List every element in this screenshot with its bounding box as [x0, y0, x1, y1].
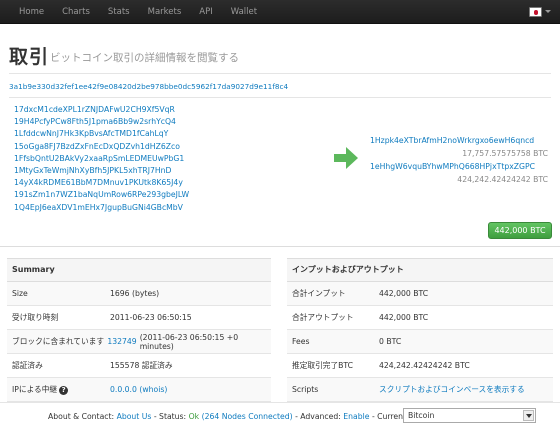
table-row: IPによる中継? 0.0.0.0 (whois): [7, 378, 271, 402]
input-address-link[interactable]: 14yX4kRDME61BbM7DMnuv1PKUtk8K65J4y: [14, 177, 189, 189]
footer-prefix: About & Contact:: [48, 412, 115, 421]
input-address-link[interactable]: 1MtyGxTeWmjNhXyBfh5JPKL5xhTRJ7HnD: [14, 165, 189, 177]
row-value: 2011-06-23 06:50:15: [110, 313, 192, 322]
total-amount-button[interactable]: 442,000 BTC: [488, 222, 552, 239]
output-row: 1Hzpk4eXTbrAfmH2noWrkrgxo6ewH6qncd 17,75…: [370, 136, 550, 158]
table-row: 認証済み 155578 認証済み: [7, 354, 271, 378]
table-row: 合計インプット 442,000 BTC: [287, 282, 553, 306]
output-address-link[interactable]: 1eHhgW6vquBYhwMPhQ668HPjxTtpxZGPC: [370, 162, 535, 171]
currency-value: Bitcoin: [408, 411, 435, 420]
table-row: 合計アウトプット 442,000 BTC: [287, 306, 553, 330]
show-scripts-link[interactable]: スクリプトおよびコインベースを表示する: [379, 384, 525, 395]
chevron-down-icon[interactable]: [545, 10, 551, 13]
page-subtitle: ビットコイン取引の詳細情報を閲覧する: [50, 52, 239, 64]
summary-header: Summary: [7, 258, 271, 282]
status-label: - Status:: [153, 412, 187, 421]
table-row: ブロックに含まれています 132749 (2011-06-23 06:50:15…: [7, 330, 271, 354]
row-label: 認証済み: [12, 361, 43, 370]
input-address-link[interactable]: 1LfddcwNnJ7Hk3KpBvsAfcTMD1fCahLqY: [14, 128, 189, 140]
input-address-link[interactable]: 1FfsbQntU2BAkVy2xaaRpSmLEDMEUwPbG1: [14, 153, 189, 165]
nav-home[interactable]: Home: [10, 0, 53, 24]
chevron-down-icon[interactable]: [523, 410, 534, 421]
nav-charts[interactable]: Charts: [53, 0, 99, 24]
block-link[interactable]: 132749: [107, 337, 136, 346]
input-address-link[interactable]: 191sZm1n7WZ1baNqUmRow6RPe293gbeJLW: [14, 189, 189, 201]
output-amount: 17,757.57575758 BTC: [462, 149, 548, 158]
divider: [9, 73, 551, 74]
row-label: 合計インプット: [292, 289, 346, 298]
table-row: 推定取引完了BTC 424,242.42424242 BTC: [287, 354, 553, 378]
nav-markets[interactable]: Markets: [139, 0, 191, 24]
output-row: 1eHhgW6vquBYhwMPhQ668HPjxTtpxZGPC 424,24…: [370, 162, 550, 184]
nav-wallet[interactable]: Wallet: [222, 0, 266, 24]
footer: About & Contact: About Us - Status: Ok (…: [0, 402, 560, 430]
divider: [0, 246, 560, 247]
row-label: Size: [12, 289, 28, 298]
row-label: Fees: [292, 337, 310, 346]
japan-flag-icon[interactable]: [529, 7, 542, 17]
help-icon[interactable]: ?: [59, 386, 69, 395]
inputs-list: 17dxcM1cdeXPL1rZNJDAFwU2CH9Xf5VqR 19H4Pc…: [14, 104, 189, 214]
row-value: (2011-06-23 06:50:15 +0 minutes): [139, 332, 239, 351]
row-label: ブロックに含まれています: [12, 337, 105, 346]
nav-menu: Home Charts Stats Markets API Wallet: [10, 0, 266, 24]
divider: [9, 97, 551, 98]
relay-ip-link[interactable]: 0.0.0.0 (whois): [110, 385, 167, 394]
row-label: IPによる中継: [12, 385, 58, 394]
summary-table: Summary Size 1696 (bytes) 受け取り時刻 2011-06…: [7, 258, 271, 402]
footer-text: About & Contact: About Us - Status: Ok (…: [48, 412, 414, 421]
row-value: 442,000 BTC: [379, 313, 429, 322]
row-value: 0 BTC: [379, 337, 402, 346]
output-address-link[interactable]: 1Hzpk4eXTbrAfmH2noWrkrgxo6ewH6qncd: [370, 136, 534, 145]
about-link[interactable]: About Us: [117, 412, 152, 421]
navbar: Home Charts Stats Markets API Wallet: [0, 0, 560, 24]
row-value: 424,242.42424242 BTC: [379, 361, 470, 370]
io-table: インプットおよびアウトプット 合計インプット 442,000 BTC 合計アウト…: [287, 258, 553, 402]
input-address-link[interactable]: 17dxcM1cdeXPL1rZNJDAFwU2CH9Xf5VqR: [14, 104, 189, 116]
table-row: Scripts スクリプトおよびコインベースを表示する: [287, 378, 553, 402]
input-address-link[interactable]: 19H4PcfyPCw8Fth5J1pma6Bb9w2srhYcQ4: [14, 116, 189, 128]
row-label: Scripts: [292, 385, 319, 394]
row-label: 受け取り時刻: [12, 313, 59, 322]
enable-link[interactable]: Enable: [343, 412, 369, 421]
row-label: 推定取引完了BTC: [292, 361, 354, 370]
table-row: Size 1696 (bytes): [7, 282, 271, 306]
row-value: 1696 (bytes): [110, 289, 160, 298]
input-address-link[interactable]: 15oGga8FJ7BzdZxFnEcDxQDZvh1dHZ6Zco: [14, 141, 189, 153]
status-ok: Ok: [188, 412, 200, 421]
flag-dot: [533, 10, 538, 15]
row-label-wrap: IPによる中継?: [7, 384, 110, 395]
nav-api[interactable]: API: [190, 0, 221, 24]
currency-select[interactable]: Bitcoin: [403, 408, 536, 423]
output-amount: 424,242.42424242 BTC: [457, 175, 548, 184]
table-row: Fees 0 BTC: [287, 330, 553, 354]
page-title: 取引: [9, 46, 50, 68]
table-row: 受け取り時刻 2011-06-23 06:50:15: [7, 306, 271, 330]
input-address-link[interactable]: 1Q4EpJ6eaXDV1mEHx7JgupBuGNi4GBcMbV: [14, 202, 189, 214]
tx-hash-link[interactable]: 3a1b9e330d32fef1ee42f9e08420d2be978bbe0d…: [9, 82, 288, 91]
io-header: インプットおよびアウトプット: [287, 258, 553, 282]
row-value: 155578 認証済み: [110, 361, 173, 370]
row-label: 合計アウトプット: [292, 313, 354, 322]
nav-stats[interactable]: Stats: [99, 0, 139, 24]
advanced-label: - Advanced:: [295, 412, 341, 421]
nodes-link[interactable]: (264 Nodes Connected): [202, 412, 293, 421]
arrow-right-icon: [334, 147, 358, 169]
row-value: 442,000 BTC: [379, 289, 429, 298]
